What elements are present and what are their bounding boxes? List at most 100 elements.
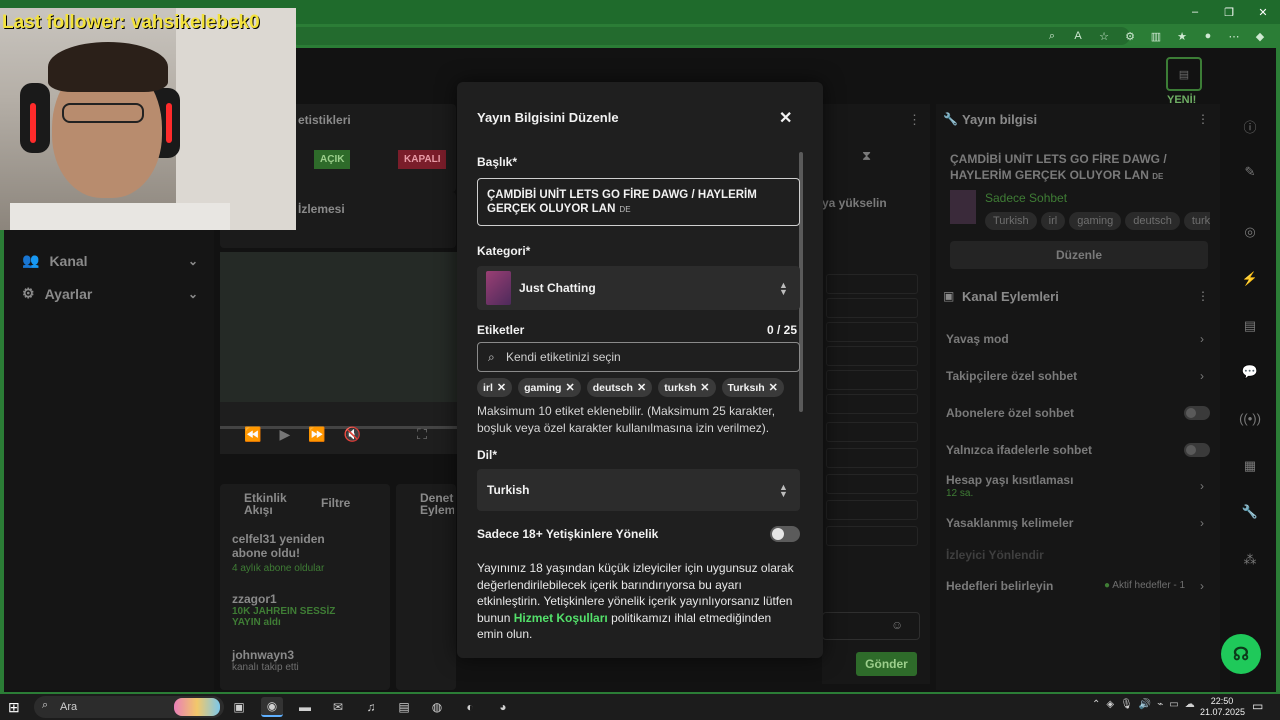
tag-label: irl [483,381,493,394]
menu-icon[interactable]: ⋯ [1224,26,1244,46]
action-banned-words[interactable]: Yasaklanmış kelimeler [946,516,1073,530]
chevron-down-icon: ⌄ [188,286,199,301]
adult-content-toggle[interactable] [770,526,800,542]
support-button[interactable]: ☊ [1221,634,1261,674]
chevron-right-icon: › [1200,579,1204,593]
close-window-icon[interactable]: ✕ [1246,0,1280,24]
read-aloud-icon[interactable]: A [1068,26,1088,46]
copilot-icon[interactable]: ◆ [1250,26,1270,46]
security-icon[interactable]: ◈ [1106,699,1114,710]
remove-tag-icon[interactable]: ✕ [637,381,646,394]
notification-icon[interactable]: ▭ [1252,699,1263,713]
chat-line [826,274,918,294]
emote-only-toggle[interactable] [1184,443,1210,457]
speaker-icon[interactable]: 🔊 [1139,699,1151,710]
mail-icon[interactable]: ✉ [327,697,349,717]
battery-icon[interactable]: ▭ [1169,699,1178,710]
chat-input[interactable]: ☺ [822,612,920,640]
action-emote-only: Yalnızca ifadelerle sohbet [946,443,1093,457]
url-field[interactable] [290,27,1130,45]
nav-item-kanal[interactable]: 👥 Kanal ⌄ [22,252,198,269]
emoji-icon[interactable]: ☺ [891,618,903,632]
clock-date: 21.07.2025 [1200,707,1246,717]
mute-icon[interactable]: 🔇 [344,426,361,443]
document-icon[interactable]: ▤ [1240,316,1260,336]
discord-icon[interactable]: ◕ [492,697,514,717]
lightning-icon[interactable]: ⚡ [1240,269,1260,289]
apps-icon[interactable]: ⁂ [1240,550,1260,570]
subscribers-only-toggle[interactable] [1184,406,1210,420]
action-followers-only[interactable]: Takipçilere özel sohbet [946,369,1077,383]
taskbar-apps: ▣ ◉ ▬ ✉ ♫ ▤ ◍ ◐ ◕ [228,697,514,717]
hourglass-icon: ⧗ [862,148,872,163]
tag: irl [1040,212,1066,230]
wrench-icon[interactable]: 🔧 [1240,502,1260,522]
extensions-icon[interactable]: ⚙ [1120,26,1140,46]
new-feature-icon[interactable]: ▤ [1166,57,1202,91]
action-account-age[interactable]: Hesap yaşı kısıtlaması [946,473,1073,487]
remove-tag-icon[interactable]: ✕ [769,381,778,394]
more-options-icon[interactable]: ⋮ [908,112,921,128]
camera-icon[interactable]: ◎ [1240,222,1260,242]
file-explorer-icon[interactable]: ▬ [294,697,316,717]
microphone-icon[interactable]: 🎙 [1120,699,1133,710]
info-icon[interactable]: ⓘ [1240,116,1260,136]
task-view-icon[interactable]: ▣ [228,697,250,717]
close-icon[interactable]: ✕ [779,108,792,128]
notepad-icon[interactable]: ▤ [393,697,415,717]
remove-tag-icon[interactable]: ✕ [700,381,709,394]
more-options-icon[interactable]: ⋮ [1197,289,1209,303]
tag-label: deutsch [592,381,633,394]
terms-of-service-link[interactable]: Hizmet Koşulları [514,611,608,625]
maximize-icon[interactable]: ❐ [1212,0,1246,24]
edge-icon[interactable]: ◉ [261,697,283,717]
minimize-icon[interactable]: – [1178,0,1212,24]
taskbar-clock[interactable]: 22:50 21.07.2025 [1200,696,1246,718]
zoom-icon[interactable]: ⌕ [1042,26,1062,46]
network-icon[interactable]: ⌁ [1157,699,1163,710]
taskbar-search[interactable]: ⌕ Ara [34,696,224,718]
tag-search-field[interactable]: ⌕ [477,342,800,372]
favorite-star-icon[interactable]: ☆ [1094,26,1114,46]
nav-item-ayarlar[interactable]: ⚙ Ayarlar ⌄ [22,285,198,302]
search-icon: ⌕ [488,350,495,364]
edit-stream-info-button[interactable]: Düzenle [950,241,1208,269]
select-arrows-icon: ▲ ▼ [779,280,788,297]
windows-start-icon[interactable]: ⊞ [8,699,20,716]
stream-title-field[interactable]: ÇAMDİBİ UNİT LETS GO FİRE DAWG / HAYLERİ… [477,178,800,226]
category-value: Just Chatting [519,281,596,295]
split-screen-icon[interactable]: ▥ [1146,26,1166,46]
cloud-icon[interactable]: ☁ [1185,699,1195,710]
send-button[interactable]: Gönder [856,652,917,676]
selected-tags: irl ✕ gaming ✕ deutsch ✕ turksh ✕ Turksıh ✕ [477,378,784,397]
preview-title: İzlemesi [298,202,345,216]
filter-button[interactable]: Filtre [321,496,350,510]
profile-icon[interactable]: ● [1198,26,1218,46]
more-options-icon[interactable]: ⋮ [1197,112,1209,126]
rewind-icon[interactable]: ⏪ [244,426,261,443]
last-follower-overlay: Last follower: vahsikelebek0 [2,12,260,33]
layout-icon[interactable]: ▦ [1240,456,1260,476]
remove-tag-icon[interactable]: ✕ [565,381,574,394]
category-select[interactable]: Just Chatting ▲ ▼ [477,266,800,310]
obs-icon[interactable]: ◐ [459,697,481,717]
favorites-icon[interactable]: ★ [1172,26,1192,46]
forward-icon[interactable]: ⏩ [308,426,325,443]
pencil-icon[interactable]: ✎ [1240,162,1260,182]
chevron-up-icon[interactable]: ⌃ [1092,699,1100,710]
chat-bubble-icon[interactable]: 💬 [1240,362,1260,382]
chat-line [826,474,918,494]
action-goals[interactable]: Hedefleri belirleyin [946,579,1053,593]
action-slow-mode[interactable]: Yavaş mod [946,332,1009,346]
remove-tag-icon[interactable]: ✕ [497,381,506,394]
stream-preview[interactable] [220,252,458,454]
tag-search-input[interactable] [506,349,786,365]
play-icon[interactable]: ▶ [279,426,290,443]
chrome-icon[interactable]: ◍ [426,697,448,717]
broadcast-icon[interactable]: ((•)) [1239,408,1261,428]
spotify-icon[interactable]: ♫ [360,697,382,717]
fullscreen-icon[interactable]: ⛶ [417,426,427,443]
headphone-light-right [166,103,172,143]
search-highlight-image [174,698,220,716]
language-select[interactable]: Turkish ▲ ▼ [477,469,800,511]
